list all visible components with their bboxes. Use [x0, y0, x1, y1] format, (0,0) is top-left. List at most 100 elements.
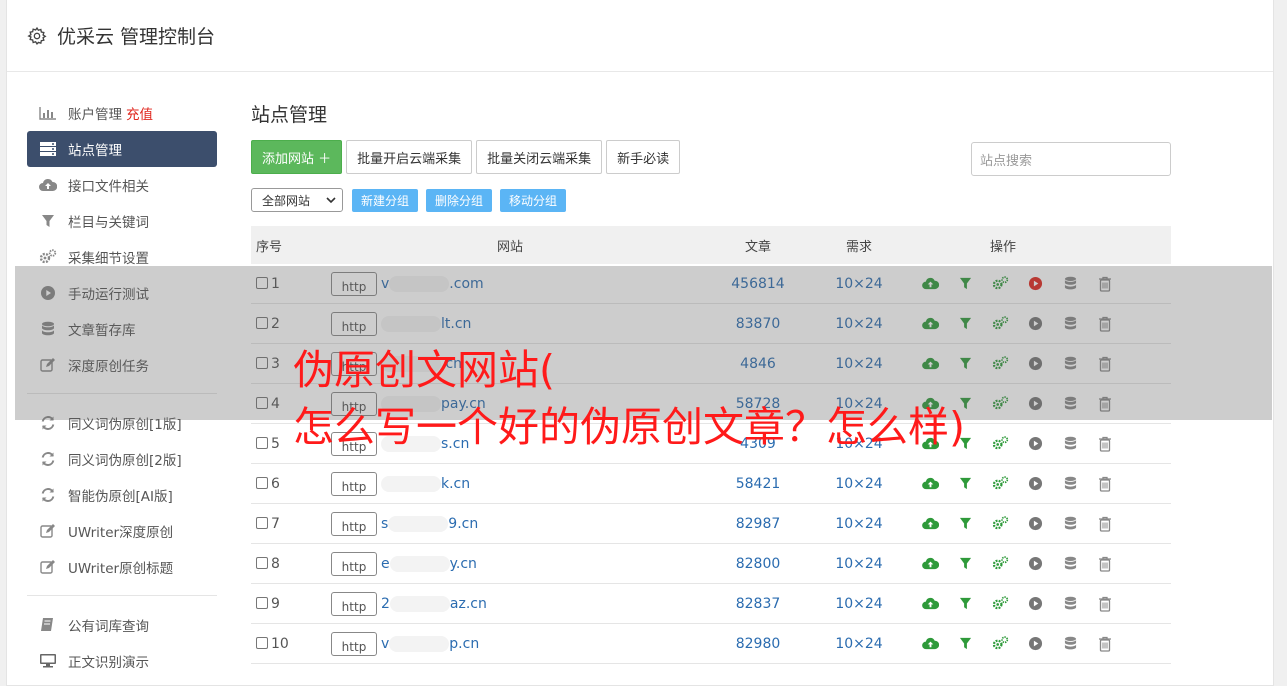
- trash-op-icon[interactable]: [1096, 595, 1114, 613]
- article-count[interactable]: 82837: [705, 584, 811, 624]
- sidebar-item-11[interactable]: 智能伪原创[AI版]: [27, 477, 217, 513]
- add-site-button[interactable]: 添加网站 ＋: [251, 140, 343, 174]
- chevron-down-icon: [326, 197, 336, 204]
- sidebar-item-3[interactable]: 接口文件相关: [27, 167, 217, 203]
- sidebar-item-label: 栏目与关键词: [68, 215, 149, 231]
- http-badge[interactable]: http: [331, 591, 377, 616]
- play-op-icon[interactable]: [1026, 635, 1044, 653]
- play-op-icon[interactable]: [1026, 515, 1044, 533]
- book-icon: [39, 616, 57, 634]
- cloud-upload-op-icon[interactable]: [921, 635, 939, 653]
- cogs-op-icon[interactable]: [991, 515, 1009, 533]
- filter-op-icon[interactable]: [956, 475, 974, 493]
- demand-value[interactable]: 10×24: [811, 464, 907, 504]
- row-index: 5: [271, 435, 280, 452]
- article-count[interactable]: 82987: [705, 504, 811, 544]
- move-group-button[interactable]: 移动分组: [500, 188, 567, 212]
- demand-value[interactable]: 10×24: [811, 504, 907, 544]
- demand-value[interactable]: 10×24: [811, 584, 907, 624]
- table-row: 9 http 2 az.cn 82837 10×24: [251, 584, 1171, 624]
- article-count[interactable]: 82800: [705, 544, 811, 584]
- http-badge[interactable]: http: [331, 471, 377, 496]
- header-site: 网站: [497, 239, 524, 255]
- site-suffix[interactable]: 9.cn: [448, 516, 478, 532]
- batch-disable-button[interactable]: 批量关闭云端采集: [476, 140, 603, 174]
- article-count[interactable]: 82980: [705, 624, 811, 664]
- row-checkbox[interactable]: [256, 596, 268, 609]
- guide-button[interactable]: 新手必读: [606, 140, 681, 174]
- cogs-op-icon[interactable]: [991, 635, 1009, 653]
- redacted-mask: [389, 635, 450, 652]
- row-index: 6: [271, 475, 280, 492]
- http-badge[interactable]: http: [331, 511, 377, 536]
- http-badge[interactable]: http: [331, 631, 377, 656]
- site-suffix[interactable]: k.cn: [441, 476, 470, 492]
- sidebar-item-label: 采集细节设置: [68, 251, 149, 267]
- cogs-op-icon[interactable]: [991, 475, 1009, 493]
- trash-op-icon[interactable]: [1096, 555, 1114, 573]
- http-badge[interactable]: http: [331, 551, 377, 576]
- play-op-icon[interactable]: [1026, 555, 1044, 573]
- sidebar-item-10[interactable]: 同义词伪原创[2版]: [27, 441, 217, 477]
- site-prefix[interactable]: s: [381, 516, 388, 532]
- trash-op-icon[interactable]: [1096, 515, 1114, 533]
- filter-op-icon[interactable]: [956, 555, 974, 573]
- site-cell: http v p.cn: [329, 624, 705, 664]
- database-op-icon[interactable]: [1061, 595, 1079, 613]
- delete-group-button[interactable]: 删除分组: [426, 188, 493, 212]
- batch-enable-button[interactable]: 批量开启云端采集: [346, 140, 473, 174]
- database-op-icon[interactable]: [1061, 435, 1079, 453]
- recharge-link[interactable]: 充值: [126, 103, 153, 123]
- article-count[interactable]: 58421: [705, 464, 811, 504]
- demand-value[interactable]: 10×24: [811, 544, 907, 584]
- site-cell: http s 9.cn: [329, 504, 705, 544]
- site-suffix[interactable]: y.cn: [450, 556, 477, 572]
- site-prefix[interactable]: v: [381, 636, 389, 652]
- site-suffix[interactable]: p.cn: [449, 636, 479, 652]
- database-op-icon[interactable]: [1061, 635, 1079, 653]
- sidebar-item-1[interactable]: 账户管理 充值: [27, 95, 217, 131]
- sidebar-item-13[interactable]: UWriter原创标题: [27, 549, 217, 585]
- cogs-op-icon[interactable]: [991, 595, 1009, 613]
- sidebar-item-12[interactable]: UWriter深度原创: [27, 513, 217, 549]
- site-search-input[interactable]: 站点搜索: [971, 142, 1171, 176]
- row-checkbox[interactable]: [256, 516, 268, 529]
- sidebar-item-14[interactable]: 公有词库查询: [27, 607, 217, 643]
- filter-op-icon[interactable]: [956, 595, 974, 613]
- play-op-icon[interactable]: [1026, 475, 1044, 493]
- cogs-op-icon[interactable]: [991, 435, 1009, 453]
- row-checkbox[interactable]: [256, 436, 268, 449]
- trash-op-icon[interactable]: [1096, 435, 1114, 453]
- row-checkbox[interactable]: [256, 636, 268, 649]
- cloud-upload-op-icon[interactable]: [921, 555, 939, 573]
- row-checkbox[interactable]: [256, 476, 268, 489]
- demand-value[interactable]: 10×24: [811, 624, 907, 664]
- filter-op-icon[interactable]: [956, 635, 974, 653]
- sidebar-item-15[interactable]: 正文识别演示: [27, 643, 217, 679]
- trash-op-icon[interactable]: [1096, 635, 1114, 653]
- filter-op-icon[interactable]: [956, 515, 974, 533]
- trash-op-icon[interactable]: [1096, 475, 1114, 493]
- play-op-icon[interactable]: [1026, 595, 1044, 613]
- site-prefix[interactable]: e: [381, 556, 390, 572]
- row-checkbox[interactable]: [256, 556, 268, 569]
- sidebar-item-4[interactable]: 栏目与关键词: [27, 203, 217, 239]
- play-op-icon[interactable]: [1026, 435, 1044, 453]
- row-index-cell: 6: [251, 464, 329, 504]
- cloud-upload-op-icon[interactable]: [921, 515, 939, 533]
- site-suffix[interactable]: az.cn: [450, 596, 487, 612]
- database-op-icon[interactable]: [1061, 555, 1079, 573]
- new-group-button[interactable]: 新建分组: [352, 188, 419, 212]
- cloud-upload-op-icon[interactable]: [921, 475, 939, 493]
- header-ops: 操作: [990, 239, 1017, 255]
- database-op-icon[interactable]: [1061, 475, 1079, 493]
- site-prefix[interactable]: 2: [381, 596, 390, 612]
- cogs-op-icon[interactable]: [991, 555, 1009, 573]
- group-select[interactable]: 全部网站: [251, 188, 343, 212]
- sidebar-item-label: UWriter深度原创: [68, 525, 174, 541]
- database-op-icon[interactable]: [1061, 515, 1079, 533]
- cloud-upload-op-icon[interactable]: [921, 595, 939, 613]
- sidebar-item-label: 正文识别演示: [68, 655, 149, 671]
- row-index: 7: [271, 515, 280, 532]
- sidebar-item-2[interactable]: 站点管理: [27, 131, 217, 167]
